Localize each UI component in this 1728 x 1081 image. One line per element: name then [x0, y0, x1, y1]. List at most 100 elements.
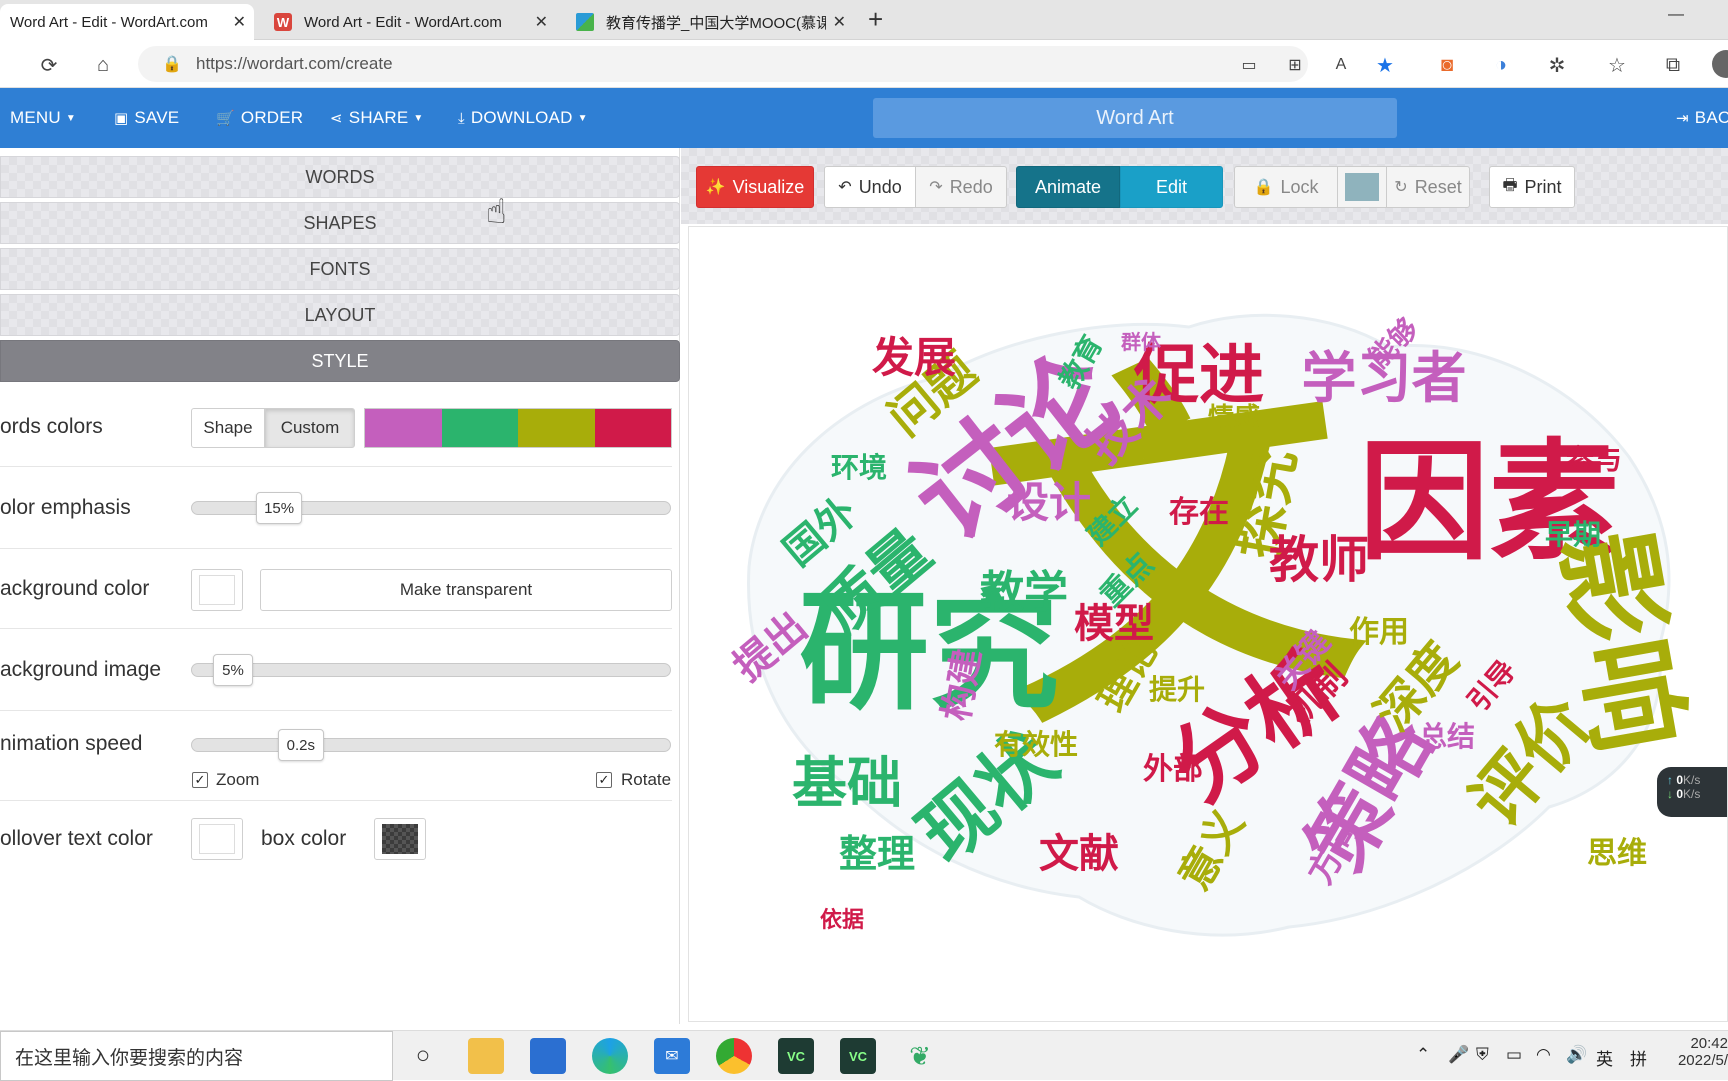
file-explorer-icon[interactable] — [468, 1038, 504, 1074]
color-swatch-4[interactable] — [594, 409, 671, 447]
close-tab-icon[interactable]: ✕ — [833, 12, 846, 32]
color-swatch-2[interactable] — [441, 409, 518, 447]
order-button[interactable]: 🛒 ORDER — [216, 88, 303, 148]
mail-icon[interactable]: ✉ — [654, 1038, 690, 1074]
color-picker-button[interactable] — [1337, 166, 1387, 208]
shape-colors-button[interactable]: Shape — [191, 408, 265, 448]
favorite-star-icon[interactable]: ★ — [1372, 52, 1398, 78]
word-cloud-word[interactable]: 发展 — [872, 333, 956, 382]
battery-icon[interactable]: ▭ — [1506, 1045, 1522, 1065]
close-tab-icon[interactable]: ✕ — [233, 12, 246, 32]
color-swatch-3[interactable] — [518, 409, 595, 447]
word-cloud[interactable]: 文因素研究讨论影响分析现状 策略 评价促进质量学习者探究教师基础技术问题发展教学设计… — [689, 227, 1728, 1022]
word-cloud-word[interactable]: 存在 — [1169, 495, 1229, 530]
ime-mode[interactable]: 拼 — [1630, 1045, 1647, 1070]
background-image-handle[interactable]: 5% — [213, 654, 253, 686]
word-cloud-word[interactable]: 参与 — [1566, 443, 1622, 476]
microphone-icon[interactable]: 🎤 — [1448, 1045, 1469, 1065]
word-cloud-word[interactable]: 总结 — [1419, 720, 1475, 753]
cortana-icon[interactable]: ○ — [405, 1038, 441, 1074]
word-cloud-word[interactable]: 外部 — [1143, 752, 1203, 787]
lock-button[interactable]: 🔒 Lock — [1234, 166, 1338, 208]
favorites-icon[interactable]: ☆ — [1604, 52, 1630, 78]
undo-button[interactable]: ↶ Undo — [824, 166, 916, 208]
apps-icon[interactable]: ⊞ — [1282, 52, 1308, 78]
word-cloud-word[interactable]: 作用 — [1349, 615, 1409, 650]
plant-app-icon[interactable]: ❦ — [902, 1038, 938, 1074]
word-cloud-word[interactable]: 提升 — [1149, 673, 1205, 706]
word-cloud-word[interactable]: 基础 — [792, 750, 902, 815]
save-button[interactable]: ▣ SAVE — [114, 88, 179, 148]
close-tab-icon[interactable]: ✕ — [535, 12, 548, 32]
browser-tab-1[interactable]: Word Art - Edit - WordArt.com ✕ — [0, 4, 254, 40]
word-cloud-word[interactable]: 文献 — [1039, 830, 1119, 877]
back-button[interactable]: ⇥ BAC — [1676, 88, 1728, 148]
collections-icon[interactable]: ⧉ — [1660, 52, 1686, 78]
animate-button[interactable]: Animate — [1016, 166, 1120, 208]
app-available-icon[interactable]: ▭ — [1236, 52, 1262, 78]
edge-icon[interactable] — [592, 1038, 628, 1074]
download-button[interactable]: ⤓ DOWNLOAD ▼ — [458, 88, 588, 148]
box-color-picker[interactable] — [374, 818, 426, 860]
edit-button[interactable]: Edit — [1120, 166, 1223, 208]
url-field[interactable]: 🔒 https://wordart.com/create — [138, 46, 1308, 82]
ime-language[interactable]: 英 — [1596, 1045, 1613, 1070]
tray-chevron-icon[interactable]: ⌃ — [1416, 1045, 1430, 1065]
section-layout[interactable]: LAYOUT — [0, 294, 680, 336]
background-image-slider[interactable] — [191, 663, 671, 677]
word-cloud-word[interactable]: 设计 — [1007, 478, 1091, 527]
rollover-text-color-picker[interactable] — [191, 818, 243, 860]
color-swatches[interactable] — [364, 408, 672, 448]
section-fonts[interactable]: FONTS — [0, 248, 680, 290]
print-button[interactable]: 🖶 Print — [1489, 166, 1575, 208]
rotate-checkbox[interactable]: ✓ — [596, 772, 612, 788]
word-cloud-word[interactable]: 教师 — [1269, 530, 1369, 589]
clock[interactable]: 20:42 2022/5/ — [1670, 1035, 1728, 1069]
wifi-icon[interactable]: ◠ — [1536, 1045, 1551, 1065]
vc-app-icon-2[interactable]: VC — [840, 1038, 876, 1074]
word-cloud-word[interactable]: 情感 — [1208, 403, 1260, 433]
refresh-icon[interactable]: ⟳ — [36, 52, 62, 78]
word-cloud-word[interactable]: 依据 — [820, 907, 864, 933]
new-tab-button[interactable]: + — [868, 4, 883, 35]
menu-button[interactable]: MENU ▼ — [10, 88, 76, 148]
extension-orange-icon[interactable]: ◙ — [1434, 52, 1460, 78]
wordart-canvas[interactable]: 文因素 研究 讨论 影响 分析 现状 策略 评价 促进 质量 学习者 探究 教师 基础 技术 问题 发展 教学 设计… — [688, 226, 1728, 1022]
word-cloud-word[interactable]: 有效性 — [994, 728, 1078, 761]
color-swatch-1[interactable] — [365, 409, 442, 447]
reset-button[interactable]: ↻ Reset — [1386, 166, 1470, 208]
vc-app-icon[interactable]: VC — [778, 1038, 814, 1074]
share-button[interactable]: ⋖ SHARE ▼ — [330, 88, 423, 148]
word-cloud-word[interactable]: 早期 — [1545, 518, 1601, 551]
visualize-button[interactable]: ✨ Visualize — [696, 166, 814, 208]
volume-icon[interactable]: 🔊 — [1566, 1045, 1587, 1065]
browser-tab-3[interactable]: 教育传播学_中国大学MOOC(慕课) ✕ — [566, 4, 854, 40]
background-color-picker[interactable] — [191, 569, 243, 611]
store-icon[interactable] — [530, 1038, 566, 1074]
section-style[interactable]: STYLE — [0, 340, 680, 382]
make-transparent-button[interactable]: Make transparent — [260, 569, 672, 611]
browser-tab-2[interactable]: W Word Art - Edit - WordArt.com ✕ — [264, 4, 556, 40]
word-cloud-word[interactable]: 教学 — [980, 567, 1068, 618]
word-cloud-word[interactable]: 整理 — [839, 831, 915, 876]
read-aloud-icon[interactable]: A — [1328, 52, 1354, 78]
chrome-icon[interactable] — [716, 1038, 752, 1074]
section-words[interactable]: WORDS — [0, 156, 680, 198]
security-icon[interactable]: ⛨ — [1476, 1045, 1489, 1065]
home-icon[interactable]: ⌂ — [90, 52, 116, 78]
section-shapes[interactable]: SHAPES — [0, 202, 680, 244]
extensions-icon[interactable]: ✲ — [1544, 52, 1570, 78]
word-cloud-word[interactable]: 思维 — [1587, 836, 1647, 871]
color-emphasis-handle[interactable]: 15% — [256, 492, 303, 524]
word-cloud-word[interactable]: 环境 — [831, 451, 887, 484]
artwork-title-field[interactable]: Word Art — [873, 98, 1397, 138]
custom-colors-button[interactable]: Custom — [265, 408, 355, 448]
taskbar-search-input[interactable]: 在这里输入你要搜索的内容 — [0, 1031, 393, 1081]
minimize-button[interactable]: — — [1668, 6, 1684, 24]
zoom-checkbox[interactable]: ✓ — [192, 772, 208, 788]
profile-avatar[interactable] — [1712, 50, 1728, 78]
extension-blue-icon[interactable]: ◑ — [1488, 52, 1514, 78]
redo-button[interactable]: ↷ Redo — [915, 166, 1007, 208]
animation-speed-handle[interactable]: 0.2s — [277, 729, 324, 761]
word-cloud-word[interactable]: 群体 — [1120, 330, 1162, 354]
